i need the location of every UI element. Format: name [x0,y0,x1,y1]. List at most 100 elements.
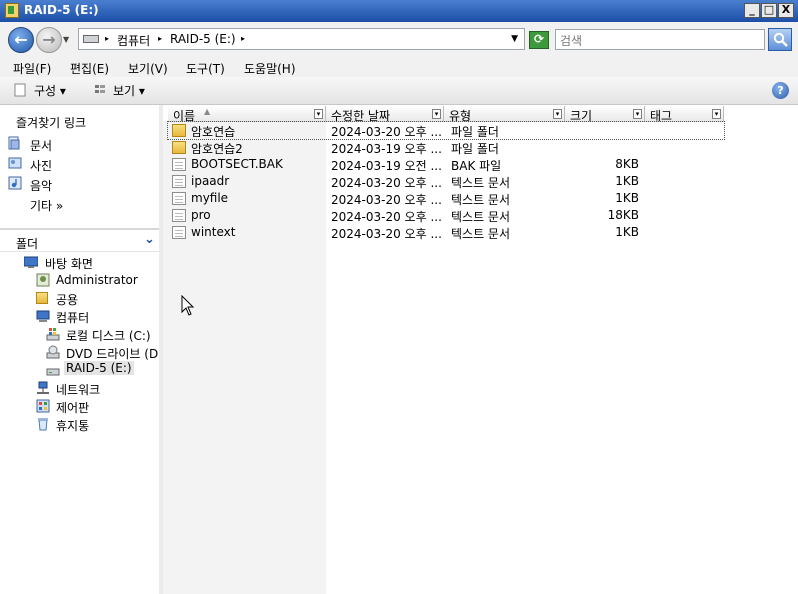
favorite-music[interactable]: 음악 [30,177,52,194]
folder-icon [36,292,48,304]
file-size: 1KB [615,225,639,239]
music-icon [8,176,22,190]
folder-icon [172,141,186,154]
tree-local-disk-c[interactable]: 로컬 디스크 (C:) [66,327,151,344]
favorite-documents[interactable]: 문서 [30,137,52,154]
breadcrumb-arrow-icon[interactable]: ▸ [241,34,245,43]
file-type: 파일 폴더 [451,125,499,139]
view-icon [95,85,105,93]
file-row[interactable]: 암호연습 2024-03-20 오후 ... 파일 폴더 [167,121,725,140]
minimize-button[interactable]: _ [744,3,760,18]
menu-file[interactable]: 파일(F) [13,60,51,77]
folder-window-icon [5,3,19,18]
column-filter-icon[interactable]: ▾ [432,109,441,119]
file-type: 텍스트 문서 [451,193,511,207]
address-row: ← → ▼ ▸ 컴퓨터 ▸ RAID-5 (E:) ▸ ▼ ⟳ 검색 [0,22,798,57]
view-button[interactable]: 보기 ▾ [113,82,145,99]
file-row[interactable]: ipaadr 2024-03-20 오후 ... 텍스트 문서 1KB [168,173,724,190]
file-date: 2024-03-20 오후 ... [331,176,442,190]
file-name: 암호연습 [191,125,236,139]
text-file-icon [172,209,186,222]
column-tags[interactable]: 태그 ▾ [645,106,724,123]
back-button[interactable]: ← [8,27,34,53]
windows-drive-icon [46,328,60,341]
file-name: ipaadr [191,174,230,188]
tree-administrator[interactable]: Administrator [56,273,138,287]
file-row[interactable]: BOOTSECT.BAK 2024-03-19 오전 ... BAK 파일 8K… [168,156,724,173]
breadcrumb-computer[interactable]: 컴퓨터 [117,32,150,49]
maximize-button[interactable]: □ [761,3,777,18]
text-file-icon [172,175,186,188]
help-icon[interactable]: ? [772,82,789,99]
organize-icon [14,83,26,97]
chevron-down-icon[interactable]: ⌄ [144,232,155,247]
desktop-icon [24,256,38,268]
refresh-button[interactable]: ⟳ [529,31,549,49]
organize-label: 구성 [34,84,57,98]
column-filter-icon[interactable]: ▾ [314,109,323,119]
file-name: pro [191,208,211,222]
file-date: 2024-03-20 오후 ... [331,210,442,224]
navigation-pane: 즐겨찾기 링크 문서 사진 음악 기타 » 폴더 ⌄ 바탕 화면 Adminis… [0,105,163,594]
text-file-icon [172,226,186,239]
file-size: 8KB [615,157,639,171]
menu-help[interactable]: 도움말(H) [244,60,296,77]
column-date-modified[interactable]: 수정한 날짜 ▾ [326,106,444,123]
file-name: wintext [191,225,236,239]
file-type: 텍스트 문서 [451,227,511,241]
tree-public[interactable]: 공용 [56,291,78,308]
column-filter-icon[interactable]: ▾ [633,109,642,119]
column-filter-icon[interactable]: ▾ [553,109,562,119]
organize-button[interactable]: 구성 ▾ [34,82,66,99]
drive-icon [46,368,60,376]
toolbar: 구성 ▾ 보기 ▾ ? [0,77,798,105]
search-button[interactable] [768,28,792,51]
tree-network[interactable]: 네트워크 [56,381,100,398]
tree-control-panel[interactable]: 제어판 [56,399,89,416]
breadcrumb-current[interactable]: RAID-5 (E:) [170,32,236,46]
breadcrumb-arrow-icon[interactable]: ▸ [158,34,162,43]
column-name[interactable]: 이름 ▲ ▾ [168,106,326,123]
menu-view[interactable]: 보기(V) [128,60,168,77]
title-bar[interactable]: RAID-5 (E:) _ □ X [0,0,798,22]
favorite-more-label: 기타 [30,199,53,213]
file-name: 암호연습2 [191,142,243,156]
forward-button[interactable]: → [36,27,62,53]
menu-bar: 파일(F) 편집(E) 보기(V) 도구(T) 도움말(H) [0,57,798,77]
column-size[interactable]: 크기 ▾ [565,106,645,123]
column-filter-icon[interactable]: ▾ [712,109,721,119]
file-row[interactable]: pro 2024-03-20 오후 ... 텍스트 문서 18KB [168,207,724,224]
file-row[interactable]: wintext 2024-03-20 오후 ... 텍스트 문서 1KB [168,224,724,241]
search-input[interactable]: 검색 [555,29,765,50]
network-icon [37,381,49,394]
favorite-more[interactable]: 기타 » [30,197,63,214]
window-title: RAID-5 (E:) [24,3,99,17]
computer-icon [36,310,50,322]
breadcrumb-arrow-icon[interactable]: ▸ [105,34,109,43]
recycle-bin-icon [38,418,48,431]
recent-pages-dropdown-icon[interactable]: ▼ [63,35,69,44]
menu-edit[interactable]: 편집(E) [70,60,109,77]
file-icon [172,158,186,171]
file-type: BAK 파일 [451,159,502,173]
address-dropdown-icon[interactable]: ▼ [511,34,518,44]
chevron-double-right-icon: » [55,199,64,213]
folders-header[interactable]: 폴더 ⌄ [0,230,160,252]
file-size: 1KB [615,191,639,205]
control-panel-icon [36,399,50,413]
close-button[interactable]: X [778,3,794,18]
tree-computer[interactable]: 컴퓨터 [56,309,89,326]
mouse-cursor-icon [181,295,195,316]
file-type: 텍스트 문서 [451,176,511,190]
menu-tools[interactable]: 도구(T) [186,60,225,77]
address-bar[interactable]: ▸ 컴퓨터 ▸ RAID-5 (E:) ▸ ▼ [78,28,525,50]
column-type[interactable]: 유형 ▾ [444,106,565,123]
file-row[interactable]: myfile 2024-03-20 오후 ... 텍스트 문서 1KB [168,190,724,207]
tree-recycle-bin[interactable]: 휴지통 [56,417,89,434]
tree-desktop[interactable]: 바탕 화면 [45,255,93,272]
tree-raid5-e[interactable]: RAID-5 (E:) [64,361,134,375]
file-date: 2024-03-20 오후 ... [331,193,442,207]
file-row[interactable]: 암호연습2 2024-03-19 오후 ... 파일 폴더 [168,139,724,156]
favorite-pictures[interactable]: 사진 [30,157,52,174]
tree-dvd-drive-d[interactable]: DVD 드라이브 (D [66,345,158,362]
